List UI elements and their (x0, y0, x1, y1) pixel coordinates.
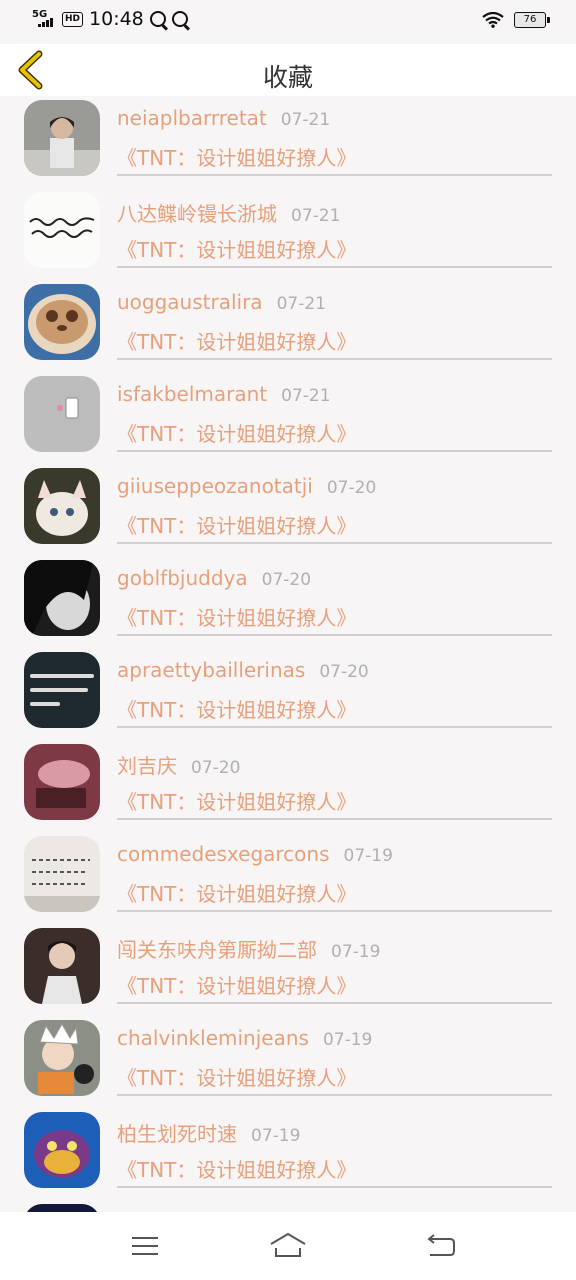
date: 07-20 (191, 758, 241, 778)
avatar (24, 192, 100, 268)
book-title[interactable]: 《TNT：设计姐姐好撩人》 (117, 878, 356, 907)
date: 07-19 (343, 846, 393, 866)
date: 07-20 (261, 570, 312, 590)
system-nav-bar (0, 1212, 576, 1280)
book-title[interactable]: 《TNT：设计姐姐好撩人》 (117, 234, 356, 263)
divider (117, 910, 552, 912)
book-title[interactable]: 《TNT：设计姐姐好撩人》 (117, 602, 356, 631)
user-name: 闯关东呋舟第厮拗二部 (117, 938, 317, 962)
date: 07-21 (281, 386, 331, 406)
book-title[interactable]: 《TNT：设计姐姐好撩人》 (117, 510, 356, 539)
avatar (24, 468, 100, 544)
list-item[interactable]: commedesxegarcons 07-19 《TNT：设计姐姐好撩人》 (0, 832, 576, 924)
book-title[interactable]: 《TNT：设计姐姐好撩人》 (117, 1154, 356, 1183)
avatar (24, 1020, 100, 1096)
user-name: apraettybaillerinas (117, 658, 306, 682)
divider (117, 1094, 552, 1096)
back-arrow-icon[interactable] (420, 1230, 460, 1262)
user-name: giiuseppeozanotatji (117, 474, 313, 498)
list-item[interactable]: 闯关东呋舟第厮拗二部 07-19 《TNT：设计姐姐好撩人》 (0, 924, 576, 1016)
search-app-icon (149, 11, 166, 27)
date: 07-19 (251, 1126, 301, 1146)
wifi-icon (482, 12, 504, 28)
book-title[interactable]: 《TNT：设计姐姐好撩人》 (117, 1062, 356, 1091)
list-item[interactable]: apraettybaillerinas 07-20 《TNT：设计姐姐好撩人》 (0, 648, 576, 740)
list-item[interactable]: chalvinkleminjeans 07-19 《TNT：设计姐姐好撩人》 (0, 1016, 576, 1108)
divider (117, 358, 552, 360)
divider (117, 634, 552, 636)
user-name: chalvinkleminjeans (117, 1026, 309, 1050)
date: 07-21 (276, 294, 326, 314)
user-name: 刘吉庆 (117, 754, 177, 778)
list-item[interactable]: isfakbelmarant 07-21 《TNT：设计姐姐好撩人》 (0, 372, 576, 464)
divider (117, 726, 552, 728)
divider (117, 1186, 552, 1188)
list-item[interactable] (0, 1200, 576, 1212)
avatar (24, 836, 100, 912)
book-title[interactable]: 《TNT：设计姐姐好撩人》 (117, 694, 356, 723)
divider (117, 542, 552, 544)
clock: 10:48 (89, 8, 144, 30)
list-item[interactable]: 八达鲽岭镘长浙城 07-21 《TNT：设计姐姐好撩人》 (0, 188, 576, 280)
user-name: 柏生划死时速 (117, 1122, 237, 1146)
favorites-list[interactable]: neiaplbarrretat 07-21 《TNT：设计姐姐好撩人》 八达鲽岭镘… (0, 96, 576, 1212)
battery-icon: 76 (514, 12, 550, 28)
avatar (24, 1112, 100, 1188)
battery-level: 76 (523, 14, 537, 25)
avatar (24, 100, 100, 176)
home-icon[interactable] (268, 1230, 308, 1262)
avatar (24, 1204, 100, 1212)
list-item[interactable]: 刘吉庆 07-20 《TNT：设计姐姐好撩人》 (0, 740, 576, 832)
menu-icon[interactable] (125, 1230, 165, 1262)
list-item[interactable]: neiaplbarrretat 07-21 《TNT：设计姐姐好撩人》 (0, 96, 576, 188)
avatar (24, 652, 100, 728)
search-app-icon-2 (171, 11, 188, 27)
date: 07-21 (291, 206, 341, 226)
list-item[interactable]: goblfbjuddya 07-20 《TNT：设计姐姐好撩人》 (0, 556, 576, 648)
book-title[interactable]: 《TNT：设计姐姐好撩人》 (117, 142, 356, 171)
book-title[interactable]: 《TNT：设计姐姐好撩人》 (117, 786, 356, 815)
status-bar: 5G HD 10:48 76 (0, 0, 576, 44)
book-title[interactable]: 《TNT：设计姐姐好撩人》 (117, 970, 356, 999)
date: 07-19 (322, 1030, 373, 1050)
list-item[interactable]: 柏生划死时速 07-19 《TNT：设计姐姐好撩人》 (0, 1108, 576, 1200)
date: 07-20 (319, 662, 369, 682)
header: 收藏 (0, 44, 576, 96)
divider (117, 450, 552, 452)
status-left: 5G HD 10:48 (32, 8, 188, 30)
list-item[interactable]: giiuseppeozanotatji 07-20 《TNT：设计姐姐好撩人》 (0, 464, 576, 556)
divider (117, 818, 552, 820)
divider (117, 266, 552, 268)
user-name: neiaplbarrretat (117, 106, 267, 130)
page-title: 收藏 (262, 63, 313, 92)
user-name: 八达鲽岭镘长浙城 (117, 202, 277, 226)
divider (117, 174, 552, 176)
user-name: commedesxegarcons (117, 842, 330, 866)
list-item[interactable]: uoggaustralira 07-21 《TNT：设计姐姐好撩人》 (0, 280, 576, 372)
user-name: goblfbjuddya (117, 566, 248, 590)
avatar (24, 376, 100, 452)
date: 07-19 (331, 942, 381, 962)
book-title[interactable]: 《TNT：设计姐姐好撩人》 (117, 326, 356, 355)
book-title[interactable]: 《TNT：设计姐姐好撩人》 (117, 418, 356, 447)
avatar (24, 284, 100, 360)
avatar (24, 928, 100, 1004)
date: 07-21 (280, 110, 331, 130)
hd-badge: HD (62, 11, 84, 27)
cellular-signal-icon: 5G (32, 8, 56, 30)
divider (117, 1002, 552, 1004)
avatar (24, 744, 100, 820)
user-name: uoggaustralira (117, 290, 263, 314)
status-right: 76 (482, 12, 550, 28)
avatar (24, 560, 100, 636)
date: 07-20 (326, 478, 377, 498)
user-name: isfakbelmarant (117, 382, 268, 406)
